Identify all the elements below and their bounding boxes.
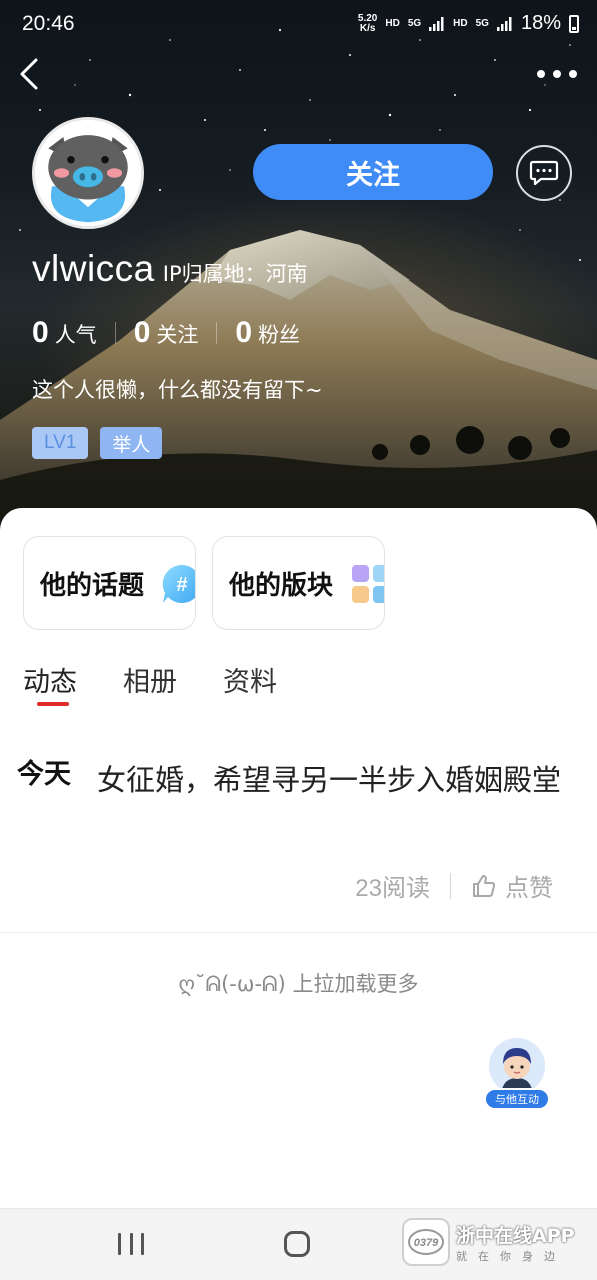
home-icon[interactable] [284, 1231, 310, 1257]
tab-label: 相册 [123, 667, 177, 698]
like-button[interactable]: 点赞 [471, 868, 553, 903]
signal-icon [429, 16, 444, 31]
list-divider [0, 932, 597, 933]
avatar[interactable] [32, 117, 144, 229]
tab-album[interactable]: 相册 [123, 660, 177, 699]
post-date: 今天 [17, 759, 71, 790]
active-tab-indicator [37, 702, 69, 706]
stat-value: 0 [235, 316, 253, 349]
tab-profile-info[interactable]: 资料 [223, 660, 277, 699]
follow-button[interactable]: 关注 [253, 144, 493, 200]
grid-blocks-icon [352, 565, 384, 603]
recent-apps-icon[interactable] [118, 1233, 144, 1257]
badge-row: LV1 举人 [32, 427, 163, 459]
stat-label: 关注 [156, 323, 199, 347]
hd-indicator: HD [453, 18, 468, 29]
tab-label: 动态 [23, 667, 77, 698]
watermark: 0379 浙中在线APP 就在你身边 [402, 1216, 592, 1268]
back-icon[interactable] [16, 56, 46, 92]
pig-avatar-icon [35, 120, 141, 226]
watermark-subtitle: 就在你身边 [456, 1249, 566, 1263]
network-type: 5G [475, 18, 489, 29]
read-count: 23阅读 [355, 875, 430, 902]
chat-bubble-icon [529, 160, 559, 186]
profile-bio: 这个人很懒，什么都没有留下~ [32, 378, 323, 402]
stat-divider [216, 322, 218, 344]
level-badge: LV1 [32, 427, 89, 459]
meta-divider [450, 872, 451, 899]
message-button[interactable] [516, 145, 572, 201]
hd-indicator: HD [385, 18, 400, 29]
post-text[interactable]: 女征婚，希望寻另一半步入婚姻殿堂 [97, 752, 567, 808]
content-panel: 他的话题 # 他的版块 动态 相册 资料 今天 女征婚，希望寻另一半步入婚姻殿堂 [0, 508, 597, 1208]
more-options-icon[interactable] [537, 66, 577, 82]
stat-label: 人气 [54, 323, 97, 347]
svg-text:#: # [176, 574, 187, 596]
his-topics-label: 他的话题 [40, 570, 145, 601]
network-speed: 5.20 K/s [357, 12, 378, 34]
watermark-logo: 0379 [402, 1218, 450, 1266]
stat-label: 粉丝 [258, 323, 301, 347]
his-boards-label: 他的版块 [229, 570, 334, 601]
like-label: 点赞 [505, 874, 553, 902]
status-bar: 20:46 5.20 K/s HD 5G HD 5G 18% [0, 0, 597, 50]
profile-stats: 0 人气 0 关注 0 粉丝 [32, 316, 300, 350]
stat-following[interactable]: 0 关注 [134, 316, 199, 350]
post-meta: 23阅读 点赞 [355, 868, 553, 903]
network-type: 5G [407, 18, 422, 29]
interact-label: 与他互动 [484, 1088, 550, 1110]
load-more-hint: ღ˘ᕱ(-ω-ᕱ) 上拉加载更多 [178, 972, 419, 996]
stat-value: 0 [32, 316, 49, 349]
interact-float-button[interactable]: 与他互动 [484, 1038, 550, 1116]
his-boards-card[interactable]: 他的版块 [212, 536, 385, 630]
rank-badge[interactable]: 举人 [100, 427, 163, 459]
his-topics-card[interactable]: 他的话题 # [23, 536, 196, 630]
watermark-text: 浙中在线APP 就在你身边 [456, 1221, 575, 1264]
profile-header-background: 20:46 5.20 K/s HD 5G HD 5G 18% 关注 vlwicc… [0, 0, 597, 560]
thumbs-up-icon [473, 874, 496, 897]
signal-icon [496, 16, 512, 31]
stat-value: 0 [133, 316, 151, 349]
battery-level: 18% [520, 12, 561, 34]
status-icons: 5.20 K/s HD 5G HD 5G 18% [358, 12, 579, 35]
profile-tabs: 动态 相册 资料 [23, 660, 277, 706]
ip-location: IP归属地：河南 [162, 262, 308, 286]
tab-activity[interactable]: 动态 [23, 660, 77, 706]
svg-text:0379: 0379 [414, 1237, 439, 1249]
clock: 20:46 [22, 12, 75, 35]
hashtag-icon: # [162, 564, 195, 603]
boy-avatar-icon [489, 1038, 545, 1094]
watermark-title: 浙中在线APP [456, 1224, 575, 1247]
username: vlwicca [32, 248, 155, 289]
stat-followers[interactable]: 0 粉丝 [235, 316, 300, 350]
stat-divider [114, 322, 116, 344]
username-row: vlwicca IP归属地：河南 [32, 248, 308, 290]
tab-label: 资料 [223, 667, 277, 698]
battery-icon [569, 14, 579, 33]
stat-popularity[interactable]: 0 人气 [32, 316, 97, 350]
